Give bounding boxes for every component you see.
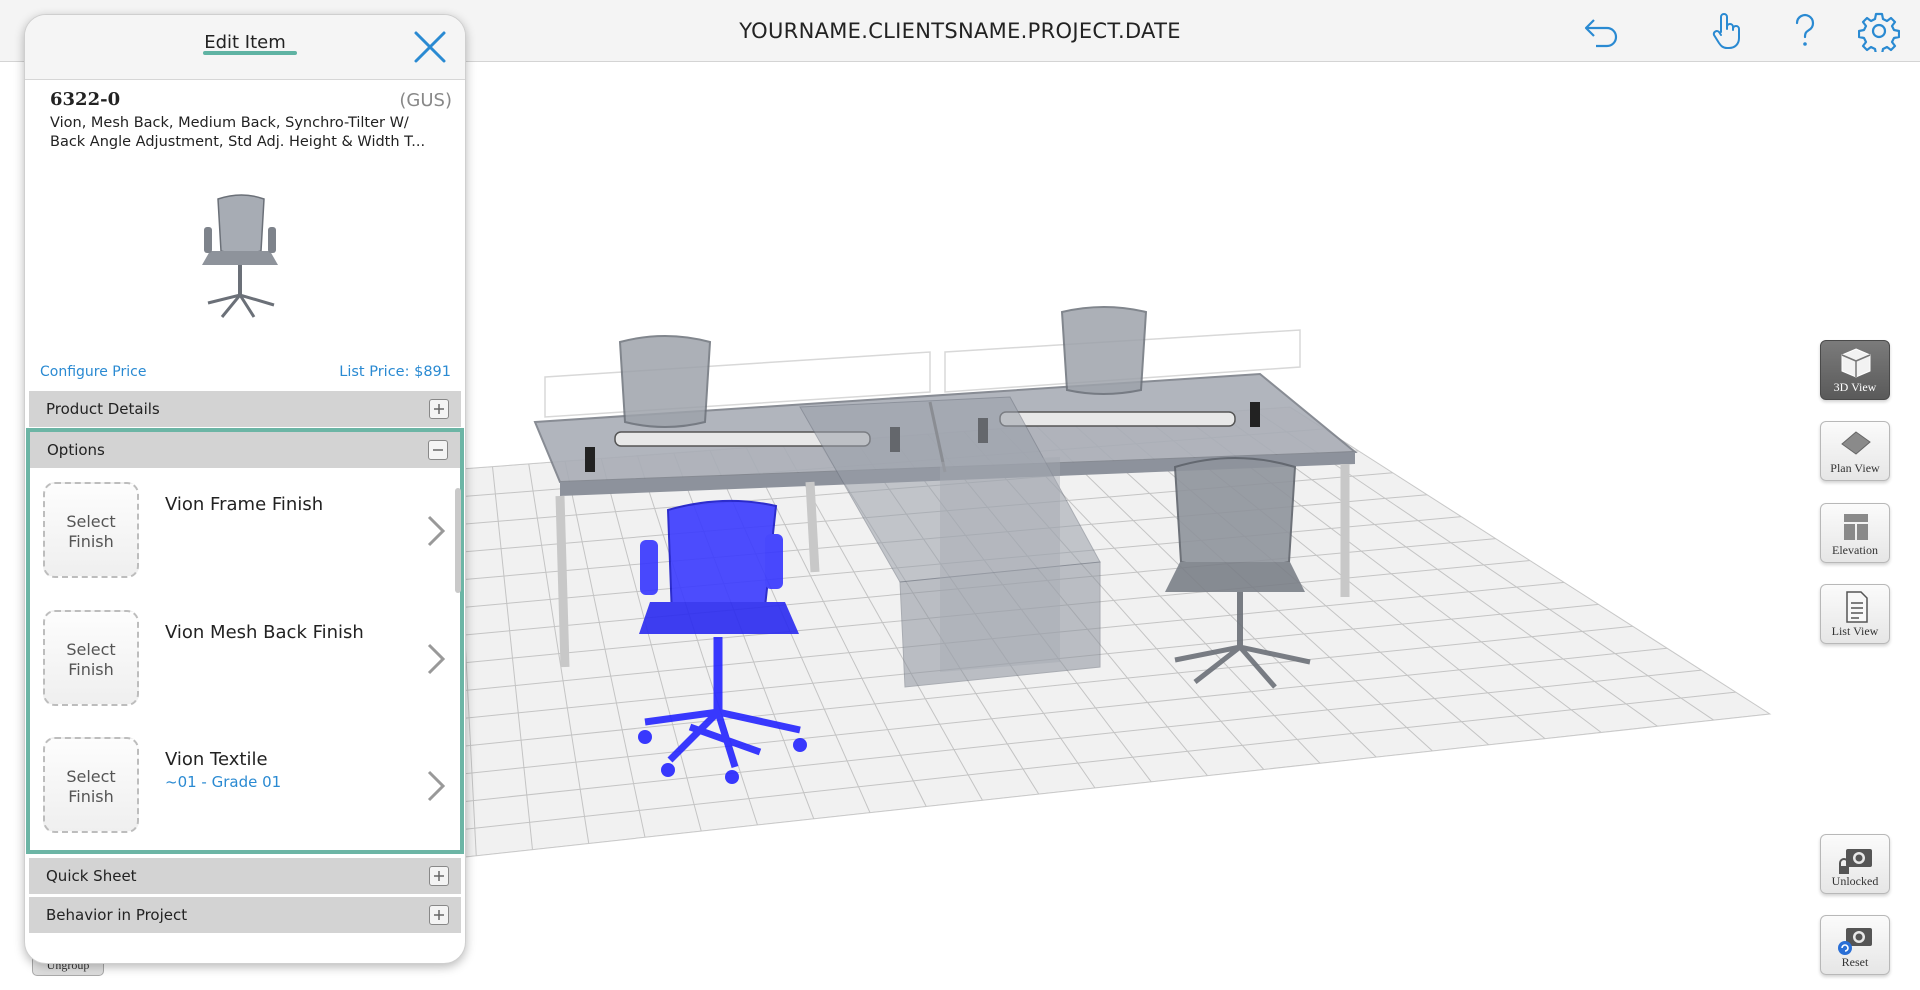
chevron-right-icon — [427, 643, 446, 675]
configure-price-link[interactable]: Configure Price — [40, 364, 146, 380]
options-section: Options Select Finish Vion Frame Finish … — [26, 428, 464, 854]
panel-title: Edit Item — [204, 32, 286, 53]
camera-unlocked-icon — [1839, 849, 1872, 874]
3d-view-label: 3D View — [1833, 380, 1877, 394]
elevation-button[interactable]: Elevation — [1820, 503, 1890, 563]
reset-camera-button[interactable]: Reset — [1820, 915, 1890, 975]
item-description-line1: Vion, Mesh Back, Medium Back, Synchro-Ti… — [50, 115, 409, 131]
plan-view-label: Plan View — [1830, 461, 1880, 475]
unlocked-camera-button[interactable]: Unlocked — [1820, 834, 1890, 894]
option-value: ~01 - Grade 01 — [165, 773, 282, 791]
select-finish-swatch[interactable]: Select Finish — [43, 737, 139, 833]
plus-icon — [434, 871, 444, 881]
plus-icon — [434, 910, 444, 920]
item-vendor: (GUS) — [399, 90, 452, 111]
list-view-button[interactable]: List View — [1820, 584, 1890, 644]
select-finish-swatch[interactable]: Select Finish — [43, 610, 139, 706]
list-price: List Price: $891 — [339, 364, 451, 380]
behavior-label: Behavior in Project — [46, 906, 188, 924]
edit-item-panel: Edit Item 6322-0 (GUS) Vion, Mesh Back, … — [24, 14, 466, 964]
panel-header: Edit Item — [25, 15, 465, 80]
option-name: Vion Frame Finish — [165, 494, 324, 515]
minus-icon — [433, 449, 443, 451]
elevation-icon — [1844, 514, 1868, 540]
expand-product-details-button[interactable] — [429, 399, 449, 419]
expand-behavior-button[interactable] — [429, 905, 449, 925]
chevron-right-icon — [427, 770, 446, 802]
close-icon — [414, 31, 446, 63]
cube-icon — [1841, 348, 1871, 378]
plan-view-button[interactable]: Plan View — [1820, 421, 1890, 481]
reset-label: Reset — [1841, 955, 1869, 969]
expand-quick-sheet-button[interactable] — [429, 866, 449, 886]
help-icon[interactable] — [1784, 10, 1826, 52]
chevron-right-icon — [427, 515, 446, 547]
3d-view-button[interactable]: 3D View — [1820, 340, 1890, 400]
item-description: Vion, Mesh Back, Medium Back, Synchro-Ti… — [50, 114, 450, 154]
plan-view-icon — [1841, 431, 1871, 455]
options-header[interactable]: Options — [30, 432, 460, 468]
option-name: Vion Mesh Back Finish — [165, 622, 364, 643]
option-row-frame-finish[interactable]: Select Finish Vion Frame Finish — [30, 468, 460, 592]
document-icon — [1846, 591, 1868, 623]
item-code: 6322-0 — [50, 89, 121, 110]
option-name: Vion Textile — [165, 749, 268, 770]
hand-pointer-icon[interactable] — [1706, 10, 1748, 52]
item-thumbnail — [202, 194, 278, 318]
product-details-section[interactable]: Product Details — [29, 391, 461, 427]
quick-sheet-section[interactable]: Quick Sheet — [29, 858, 461, 894]
camera-reset-icon — [1838, 928, 1872, 955]
close-panel-button[interactable] — [410, 27, 450, 67]
list-view-label: List View — [1831, 624, 1879, 638]
unlocked-label: Unlocked — [1831, 874, 1879, 888]
product-details-label: Product Details — [46, 400, 160, 418]
title-underline — [203, 51, 297, 55]
elevation-label: Elevation — [1832, 543, 1878, 557]
collapse-options-button[interactable] — [428, 440, 448, 460]
options-label: Options — [47, 441, 105, 459]
plus-icon — [434, 404, 444, 414]
quick-sheet-label: Quick Sheet — [46, 867, 137, 885]
item-description-line2: Back Angle Adjustment, Std Adj. Height &… — [50, 134, 426, 150]
option-row-textile[interactable]: Select Finish Vion Textile ~01 - Grade 0… — [30, 723, 460, 847]
option-row-mesh-back-finish[interactable]: Select Finish Vion Mesh Back Finish — [30, 596, 460, 720]
behavior-section[interactable]: Behavior in Project — [29, 897, 461, 933]
select-finish-swatch[interactable]: Select Finish — [43, 482, 139, 578]
undo-icon[interactable] — [1582, 10, 1624, 52]
gear-icon[interactable] — [1857, 10, 1901, 56]
